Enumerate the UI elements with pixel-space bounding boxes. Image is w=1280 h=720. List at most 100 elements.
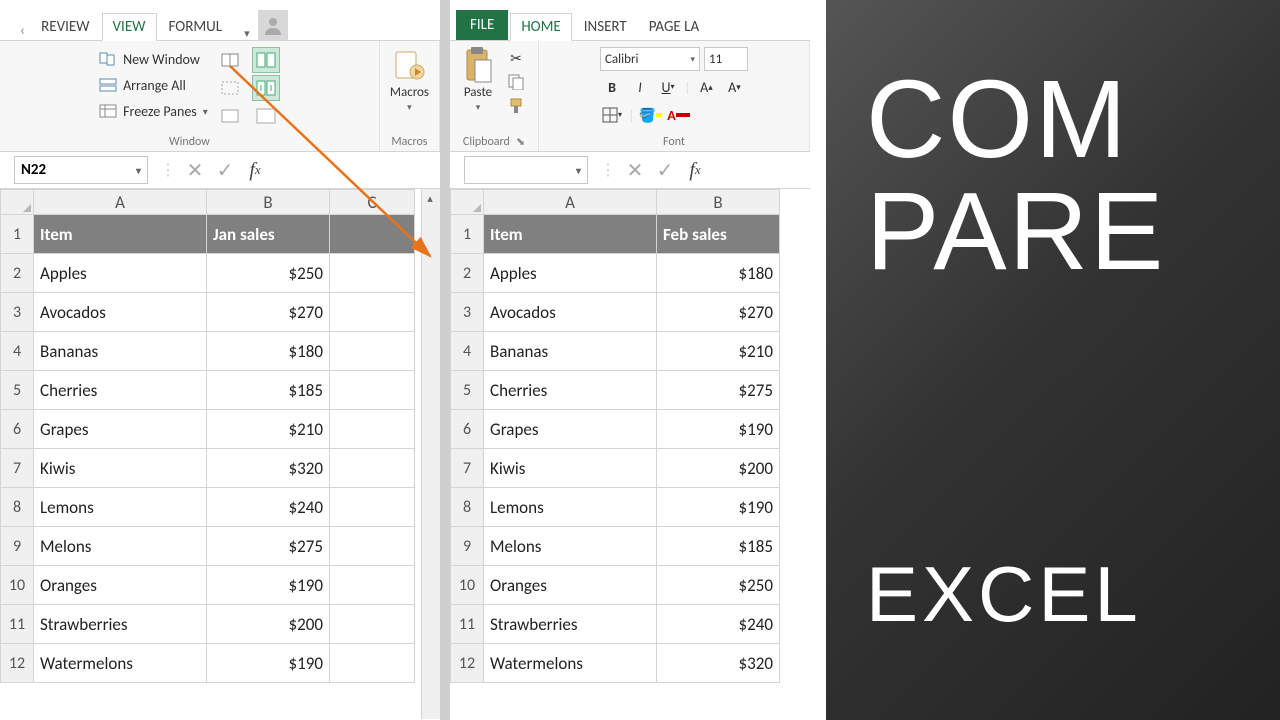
row-header[interactable]: 10 [1,566,34,605]
row-header[interactable]: 5 [1,371,34,410]
enter-icon[interactable]: ✓ [650,157,680,183]
name-box[interactable]: ▾ [464,156,588,184]
cell-sales[interactable]: $275 [657,371,780,410]
cell-item[interactable]: Avocados [484,293,657,332]
underline-button[interactable]: U ▾ [656,76,680,98]
tab-view[interactable]: VIEW [102,13,157,41]
row-header[interactable]: 1 [1,215,34,254]
column-header[interactable]: B [207,190,330,215]
cell-item[interactable]: Apples [34,254,207,293]
user-avatar-icon[interactable] [258,10,288,40]
cell-item[interactable]: Strawberries [484,605,657,644]
cell-sales[interactable]: $270 [657,293,780,332]
cell-item[interactable]: Cherries [34,371,207,410]
arrange-all-button[interactable]: Arrange All [99,73,208,97]
cell-sales[interactable]: $250 [657,566,780,605]
italic-button[interactable]: I [628,76,652,98]
dialog-launcher-icon[interactable]: ⬊ [516,135,525,148]
cell[interactable] [330,293,415,332]
reset-window-position-button[interactable] [252,103,280,129]
row-header[interactable]: 12 [1,644,34,683]
fx-icon[interactable]: fx [240,157,270,183]
cell-sales[interactable]: $190 [657,410,780,449]
font-size-select[interactable]: 11 [704,47,748,71]
row-header[interactable]: 4 [451,332,484,371]
row-header[interactable]: 2 [451,254,484,293]
row-header[interactable]: 11 [451,605,484,644]
cell-sales[interactable]: $320 [207,449,330,488]
column-header[interactable]: C [330,190,415,215]
cell-item[interactable]: Watermelons [34,644,207,683]
cancel-icon[interactable]: ✕ [180,157,210,183]
header-cell-item[interactable]: Item [34,215,207,254]
borders-button[interactable]: ▾ [600,104,624,126]
row-header[interactable]: 3 [1,293,34,332]
split-button[interactable] [216,47,244,73]
cell-sales[interactable]: $190 [207,566,330,605]
cell[interactable] [330,644,415,683]
cell-sales[interactable]: $320 [657,644,780,683]
row-header[interactable]: 5 [451,371,484,410]
header-cell-item[interactable]: Item [484,215,657,254]
row-header[interactable]: 7 [451,449,484,488]
row-header[interactable]: 10 [451,566,484,605]
header-cell-sales[interactable]: Jan sales [207,215,330,254]
cell[interactable] [330,410,415,449]
cell-item[interactable]: Strawberries [34,605,207,644]
name-box[interactable]: N22 ▾ [14,156,148,184]
cell-sales[interactable]: $240 [657,605,780,644]
enter-icon[interactable]: ✓ [210,157,240,183]
cell[interactable] [330,449,415,488]
cut-button[interactable]: ✂ [504,47,528,69]
ribbon-collapse-icon[interactable]: ▾ [244,27,250,40]
row-header[interactable]: 11 [1,605,34,644]
cell-item[interactable]: Melons [484,527,657,566]
paste-button[interactable]: Paste ▾ [460,47,496,113]
row-header[interactable]: 6 [451,410,484,449]
select-all-button[interactable] [1,190,34,215]
row-header[interactable]: 4 [1,332,34,371]
row-header[interactable]: 6 [1,410,34,449]
vertical-scrollbar[interactable]: ▴ [421,189,440,719]
tab-insert[interactable]: INSERT [574,14,637,40]
cell-item[interactable]: Watermelons [484,644,657,683]
cell[interactable] [330,605,415,644]
row-header[interactable]: 2 [1,254,34,293]
cell-sales[interactable]: $240 [207,488,330,527]
cell-item[interactable]: Oranges [484,566,657,605]
tab-formulas[interactable]: FORMUL [159,14,233,40]
tab-file[interactable]: FILE [456,10,508,40]
row-header[interactable]: 9 [1,527,34,566]
cell-sales[interactable]: $180 [657,254,780,293]
worksheet-right[interactable]: AB1ItemFeb sales2Apples$1803Avocados$270… [450,189,810,683]
cell-sales[interactable]: $185 [657,527,780,566]
cell[interactable] [330,215,415,254]
cell-sales[interactable]: $190 [657,488,780,527]
synchronous-scrolling-button[interactable] [252,75,280,101]
row-header[interactable]: 7 [1,449,34,488]
cell-item[interactable]: Melons [34,527,207,566]
cell-item[interactable]: Grapes [34,410,207,449]
tab-overflow-left-icon[interactable]: ‹ [20,22,25,40]
unhide-button[interactable] [216,103,244,129]
copy-button[interactable] [504,71,528,93]
cancel-icon[interactable]: ✕ [620,157,650,183]
cell[interactable] [330,332,415,371]
row-header[interactable]: 3 [451,293,484,332]
cell-sales[interactable]: $200 [657,449,780,488]
cell-item[interactable]: Apples [484,254,657,293]
cell-item[interactable]: Oranges [34,566,207,605]
cell-sales[interactable]: $250 [207,254,330,293]
row-header[interactable]: 8 [451,488,484,527]
header-cell-sales[interactable]: Feb sales [657,215,780,254]
fill-color-button[interactable]: 🪣 [638,104,662,126]
cell-item[interactable]: Bananas [34,332,207,371]
cell-item[interactable]: Bananas [484,332,657,371]
cell[interactable] [330,371,415,410]
cell-sales[interactable]: $185 [207,371,330,410]
font-color-button[interactable]: A [666,104,690,126]
row-header[interactable]: 12 [451,644,484,683]
column-header[interactable]: A [34,190,207,215]
decrease-font-button[interactable]: A▾ [722,76,746,98]
column-header[interactable]: A [484,190,657,215]
